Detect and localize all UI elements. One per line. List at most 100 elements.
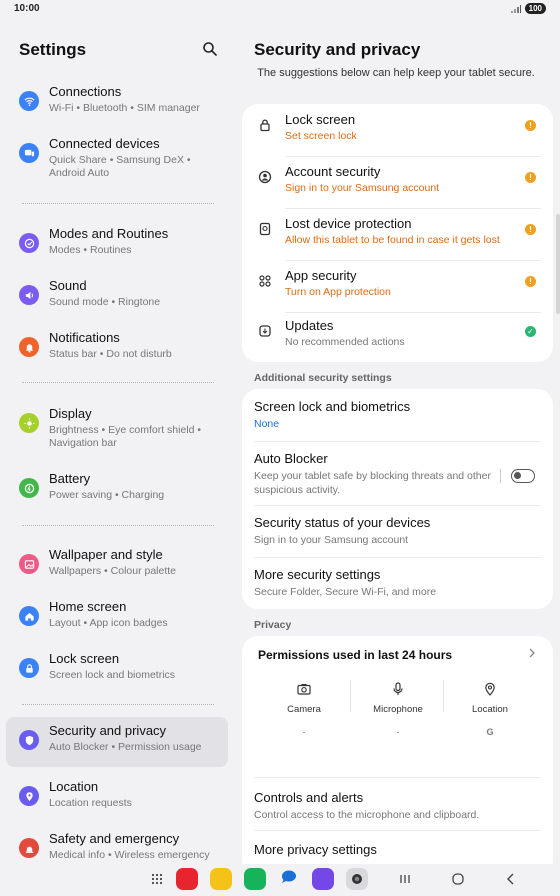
suggestion-title: Updates [285,318,334,333]
internet-app-icon[interactable] [312,868,334,890]
row-divider [254,830,541,831]
bell-icon [19,337,39,357]
permission-microphone[interactable]: Microphone - [350,682,446,742]
suggestion-lost-device[interactable]: Lost device protection Allow this tablet… [242,208,553,260]
suggestion-lock-screen[interactable]: Lock screen Set screen lock ! [242,104,553,156]
row-sub: Sign in to your Samsung account [254,534,409,546]
wifi-icon [19,91,39,111]
sidebar-item-lock-screen[interactable]: Lock screen Screen lock and biometrics [6,645,228,695]
permission-value: - [302,727,306,737]
permissions-used-panel[interactable]: Permissions used in last 24 hours Camera… [242,636,553,752]
row-title: Controls and alerts [254,790,364,805]
suggestions-card: Lock screen Set screen lock ! Account se… [242,104,553,362]
modes-icon [19,233,39,253]
permission-label: Location [472,704,508,715]
suggestion-sub: Set screen lock [285,130,357,142]
sidebar-item-sub: Sound mode • Ringtone [49,296,161,308]
battery-icon [19,478,39,498]
row-title: More privacy settings [254,842,377,857]
navigation-bar [0,864,560,896]
sidebar-item-label: Connected devices [49,136,160,151]
sidebar-item-sub: Modes • Routines [49,244,132,256]
emergency-icon [19,838,39,858]
sidebar-item-sub: Medical info • Wireless emergency [49,849,210,861]
row-sub: Keep your tablet safe by blocking threat… [254,470,491,496]
sidebar-item-label: Sound [49,278,87,293]
sidebar-item-connections[interactable]: Connections Wi-Fi • Bluetooth • SIM mana… [6,78,228,128]
back-icon[interactable] [504,872,518,886]
sound-icon [19,285,39,305]
screen-lock-biometrics-row[interactable]: Screen lock and biometrics None [242,389,553,441]
sidebar-item-display[interactable]: Display Brightness • Eye comfort shield … [6,400,228,460]
sidebar-item-sub: Power saving • Charging [49,489,165,501]
suggestion-app-security[interactable]: App security Turn on App protection ! [242,260,553,312]
sidebar-item-home-screen[interactable]: Home screen Layout • App icon badges [6,593,228,643]
status-bar: 10:00 100 [0,0,560,18]
suggestion-title: App security [285,268,357,283]
sidebar-item-security-privacy[interactable]: Security and privacy Auto Blocker • Perm… [6,717,228,767]
sidebar-item-location[interactable]: Location Location requests [6,773,228,823]
sidebar-item-wallpaper[interactable]: Wallpaper and style Wallpapers • Colour … [6,541,228,591]
permission-label: Microphone [373,704,423,715]
sidebar-item-notifications[interactable]: Notifications Status bar • Do not distur… [6,324,228,374]
chevron-right-icon[interactable] [527,648,537,658]
sidebar-item-connected-devices[interactable]: Connected devices Quick Share • Samsung … [6,130,228,190]
lock-icon [19,658,39,678]
sidebar-item-battery[interactable]: Battery Power saving • Charging [6,465,228,515]
suggestion-sub: Allow this tablet to be found in case it… [285,234,500,246]
warning-icon: ! [525,224,536,235]
controls-alerts-row[interactable]: Controls and alerts Control access to th… [242,780,553,830]
page-subtitle: The suggestions below can help keep your… [257,67,535,79]
security-status-row[interactable]: Security status of your devices Sign in … [242,505,553,557]
sidebar-item-label: Modes and Routines [49,226,169,241]
home-button-icon[interactable] [451,872,465,886]
warning-icon: ! [525,120,536,131]
section-header-privacy: Privacy [254,619,292,631]
permission-value: - [396,727,400,737]
more-security-settings-row[interactable]: More security settings Secure Folder, Se… [242,557,553,609]
row-divider [254,777,541,778]
recents-icon[interactable] [398,872,412,886]
permission-camera[interactable]: Camera - [256,682,352,742]
sidebar-item-sub: Layout • App icon badges [49,617,168,629]
section-divider [22,203,214,204]
sidebar-item-sub: Auto Blocker • Permission usage [49,741,202,753]
additional-security-card: Screen lock and biometrics None Auto Blo… [242,389,553,609]
apps-icon [259,275,271,287]
section-divider [22,382,214,383]
warning-icon: ! [525,276,536,287]
sidebar-item-sub: Wallpapers • Colour palette [49,565,177,577]
sidebar-item-sub: Brightness • Eye comfort shield • Naviga… [49,424,202,449]
update-icon [259,325,271,337]
sidebar-item-label: Notifications [49,330,120,345]
more-privacy-settings-row[interactable]: More privacy settings [242,832,553,864]
app-icon-yellow[interactable] [210,868,232,890]
suggestion-updates[interactable]: Updates No recommended actions ✓ [242,310,553,362]
sidebar-item-safety-emergency[interactable]: Safety and emergency Medical info • Wire… [6,825,228,864]
settings-list-pane[interactable]: Settings Connections Wi-Fi • Bluetooth •… [0,18,236,864]
sidebar-item-label: Home screen [49,599,127,614]
suggestion-account-security[interactable]: Account security Sign in to your Samsung… [242,156,553,208]
status-time: 10:00 [14,3,40,14]
security-privacy-pane[interactable]: Security and privacy The suggestions bel… [236,18,560,864]
sidebar-item-label: Wallpaper and style [49,547,163,562]
permission-location[interactable]: Location G [442,682,538,742]
battery-level: 100 [524,3,546,14]
phone-app-icon[interactable] [244,868,266,890]
app-icon-red[interactable] [176,868,198,890]
scrollbar[interactable] [556,214,560,314]
app-drawer-icon[interactable] [150,872,164,886]
search-icon[interactable] [202,41,218,57]
suggestion-title: Lock screen [285,112,356,127]
auto-blocker-toggle[interactable] [511,469,535,483]
warning-icon: ! [525,172,536,183]
sidebar-item-label: Battery [49,471,91,486]
sidebar-item-modes-routines[interactable]: Modes and Routines Modes • Routines [6,220,228,270]
sidebar-item-sound[interactable]: Sound Sound mode • Ringtone [6,272,228,322]
auto-blocker-row[interactable]: Auto Blocker Keep your tablet safe by bl… [242,441,553,505]
location-icon [19,786,39,806]
messages-app-icon[interactable] [278,868,300,890]
permissions-title: Permissions used in last 24 hours [258,648,453,662]
camera-app-icon[interactable] [346,868,368,890]
camera-icon [297,684,311,695]
